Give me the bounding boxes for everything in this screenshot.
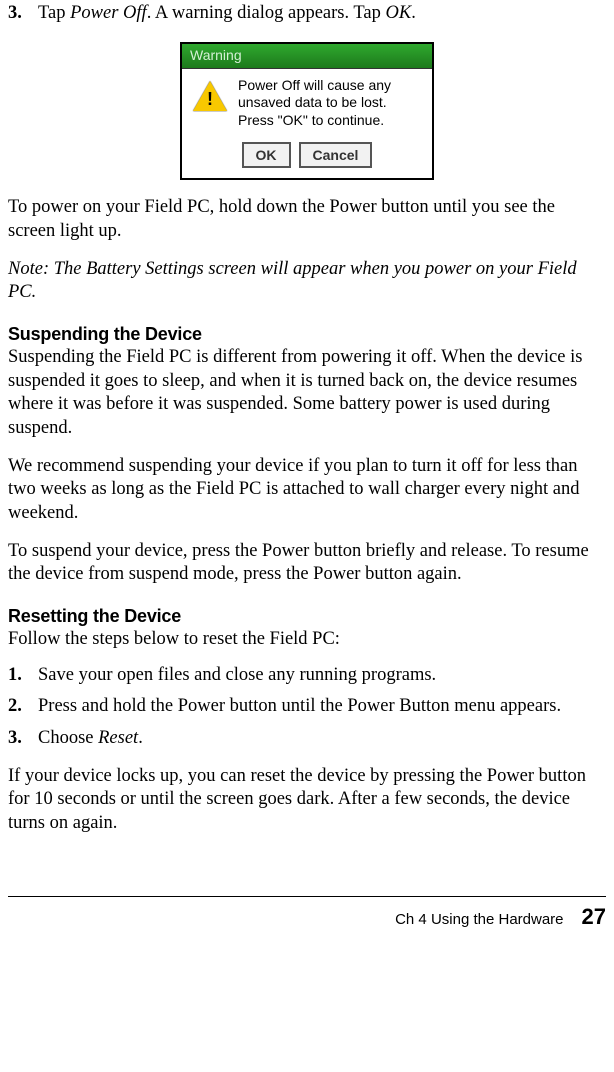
footer-page-number: 27 [582, 903, 606, 931]
footer-chapter: Ch 4 Using the Hardware [395, 910, 563, 929]
heading-resetting: Resetting the Device [8, 605, 606, 628]
heading-suspending: Suspending the Device [8, 323, 606, 346]
step-number: 3. [8, 727, 38, 751]
reset-step-3: 3. Choose Reset. [8, 725, 606, 751]
dialog-titlebar: Warning [182, 44, 432, 69]
step-3-text-c: . A warning dialog appears. Tap [147, 3, 386, 23]
dialog-screenshot-wrap: Warning Power Off will cause any unsaved… [8, 42, 606, 181]
cancel-button[interactable]: Cancel [299, 142, 373, 168]
dialog-message: Power Off will cause any unsaved data to… [238, 77, 424, 131]
suspend-paragraph-3: To suspend your device, press the Power … [8, 540, 606, 587]
document-page: 3. Tap Power Off. A warning dialog appea… [0, 0, 614, 931]
suspend-paragraph-1: Suspending the Field PC is different fro… [8, 346, 606, 441]
warning-dialog: Warning Power Off will cause any unsaved… [180, 42, 434, 181]
warning-icon-wrap [182, 77, 238, 131]
step-3: 3. Tap Power Off. A warning dialog appea… [8, 0, 606, 26]
dialog-line-1: Power Off will cause any [238, 77, 420, 95]
dialog-buttons: OK Cancel [182, 134, 432, 178]
step-3-text-e: . [411, 3, 416, 23]
reset-step-3-a: Choose [38, 728, 98, 748]
warning-icon [193, 81, 227, 111]
step-3-text-a: Tap [38, 3, 70, 23]
reset-intro: Follow the steps below to reset the Fiel… [8, 628, 606, 652]
dialog-line-3: Press "OK" to continue. [238, 112, 420, 130]
step-text: Press and hold the Power button until th… [38, 695, 606, 719]
step-text: Tap Power Off. A warning dialog appears.… [38, 2, 606, 26]
step-3-text-d: OK [386, 3, 412, 23]
step-number: 2. [8, 695, 38, 719]
step-number: 1. [8, 664, 38, 688]
ok-button[interactable]: OK [242, 142, 291, 168]
step-text: Choose Reset. [38, 727, 606, 751]
reset-step-2: 2. Press and hold the Power button until… [8, 693, 606, 719]
dialog-line-2: unsaved data to be lost. [238, 94, 420, 112]
page-footer: Ch 4 Using the Hardware 27 [8, 896, 606, 931]
reset-outro: If your device locks up, you can reset t… [8, 765, 606, 836]
step-text: Save your open files and close any runni… [38, 664, 606, 688]
reset-step-3-c: . [138, 728, 143, 748]
power-on-paragraph: To power on your Field PC, hold down the… [8, 196, 606, 243]
suspend-paragraph-2: We recommend suspending your device if y… [8, 455, 606, 526]
reset-step-1: 1. Save your open files and close any ru… [8, 662, 606, 688]
note-paragraph: Note: The Battery Settings screen will a… [8, 258, 606, 305]
step-number: 3. [8, 2, 38, 26]
step-3-text-b: Power Off [70, 3, 147, 23]
reset-step-3-b: Reset [98, 728, 138, 748]
dialog-body: Power Off will cause any unsaved data to… [182, 69, 432, 135]
